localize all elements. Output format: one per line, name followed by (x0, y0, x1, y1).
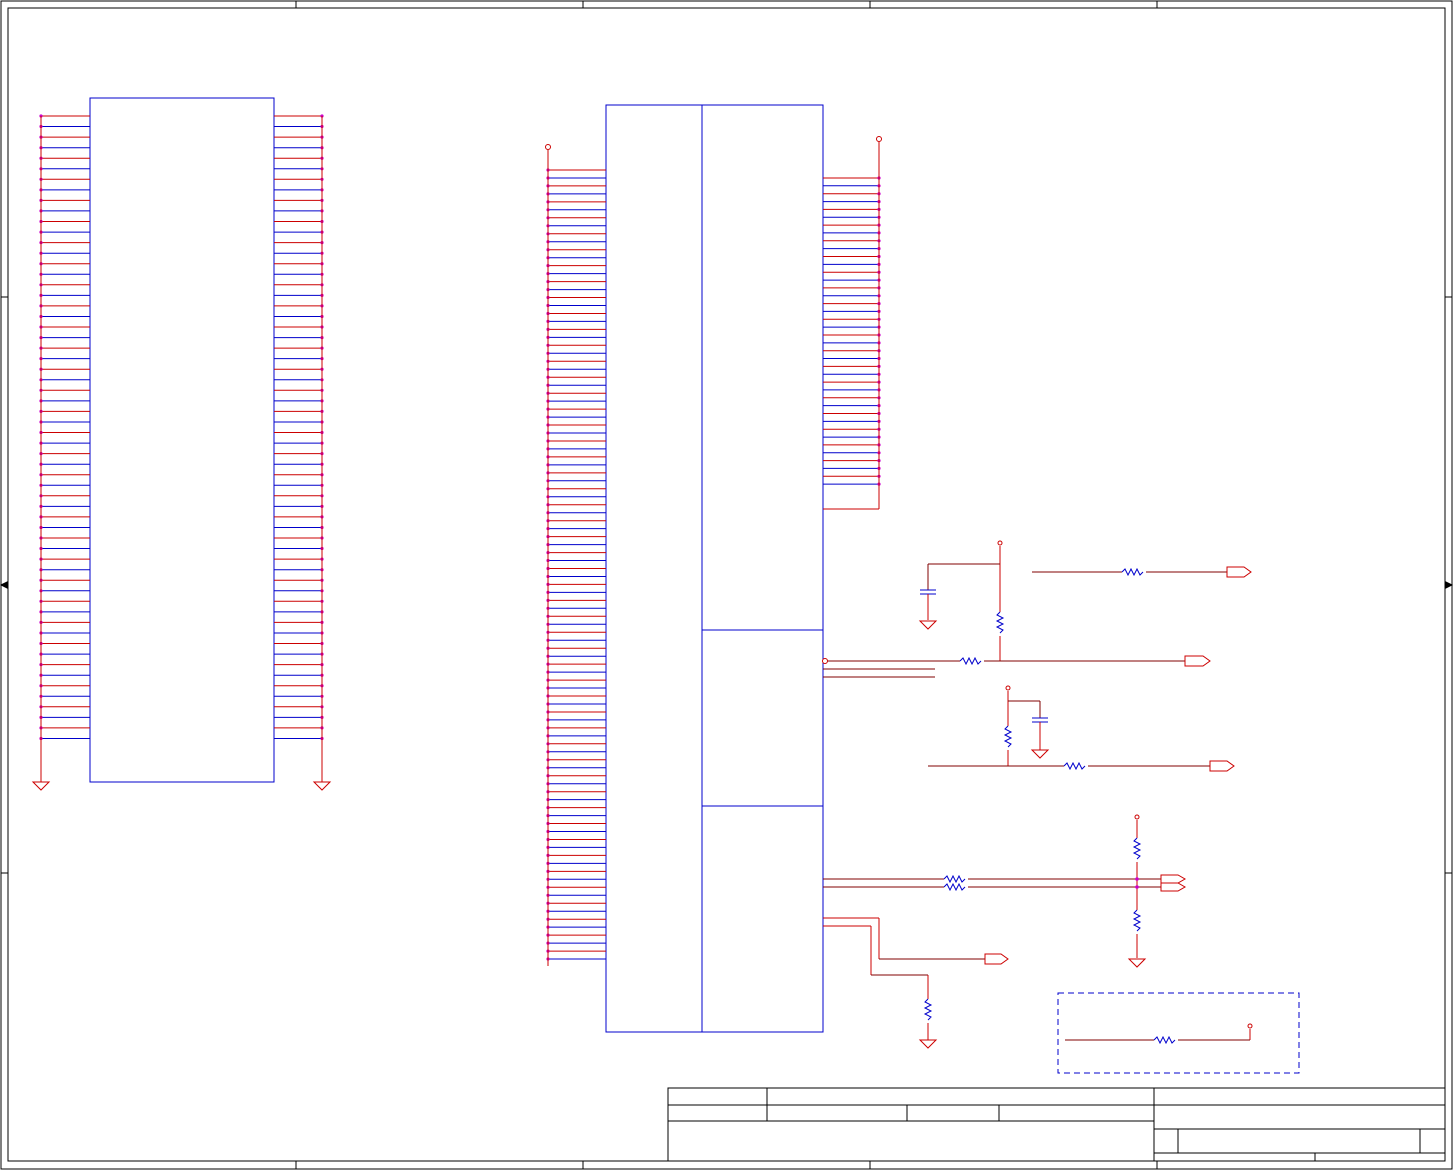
offpage-arrow-icon (1226, 566, 1252, 578)
title-block (667, 1087, 1446, 1162)
resistor-icon (1063, 761, 1086, 771)
offpage-arrow-icon (1184, 655, 1211, 667)
ground-triangle-icon (918, 620, 938, 630)
vcc-circle-icon (1134, 814, 1140, 820)
resistor-icon (1003, 725, 1013, 748)
offpage-arrow-icon (1160, 882, 1187, 892)
offpage-arrow-icon (984, 953, 1009, 965)
vcc-circle-icon (997, 540, 1003, 546)
connector-left-pins (39, 114, 90, 741)
schematic-canvas (0, 0, 1453, 1170)
resistor-icon (943, 874, 966, 884)
dashed-option-box (1057, 992, 1300, 1074)
connector-left (31, 97, 332, 791)
ground-triangle-icon (31, 781, 51, 791)
vcc-circle-icon (1005, 685, 1011, 691)
sheet-border (0, 0, 1453, 1170)
ic-body (605, 104, 824, 1033)
ic-main (545, 104, 882, 1033)
bus-circuit (823, 814, 1300, 1074)
resistor-icon (1132, 837, 1142, 860)
connector-body (89, 97, 275, 783)
ground-triangle-icon (1127, 958, 1147, 968)
resistor-icon (995, 611, 1005, 634)
vcc-circle-icon (545, 144, 551, 150)
ic-left-pins (546, 168, 606, 961)
offpage-arrow-icon (1209, 760, 1235, 772)
resistor-icon (959, 656, 982, 666)
ground-triangle-icon (312, 781, 332, 791)
vcc-circle-icon (876, 136, 882, 142)
ic-right-pins (823, 176, 881, 486)
ground-triangle-icon (1030, 749, 1050, 759)
ground-triangle-icon (918, 1039, 938, 1049)
reset-circuit (822, 540, 1252, 772)
schematic-sheet (0, 0, 1453, 1170)
resistor-icon (1121, 567, 1144, 577)
resistor-icon (943, 882, 966, 892)
resistor-icon (923, 998, 933, 1021)
vcc-circle-icon (1247, 1023, 1253, 1029)
offpage-arrow-icon (1160, 874, 1187, 884)
connector-right-pins (274, 114, 324, 741)
resistor-icon (1153, 1035, 1176, 1045)
resistor-icon (1132, 909, 1142, 932)
